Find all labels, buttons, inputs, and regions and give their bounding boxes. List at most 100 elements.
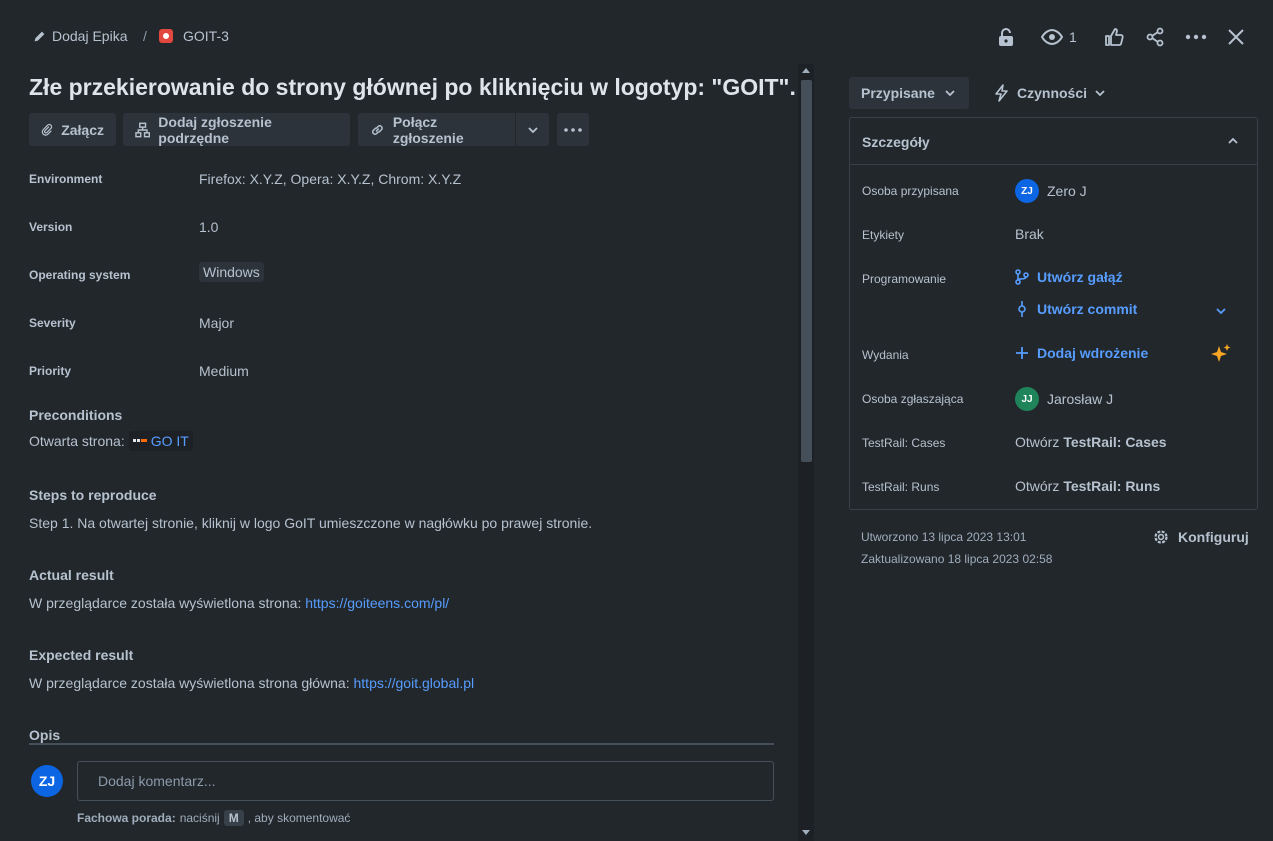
reporter-avatar: JJ — [1015, 387, 1039, 411]
labels-label: Etykiety — [862, 228, 905, 242]
assignee-label: Osoba przypisana — [862, 184, 959, 198]
goit-favicon-icon — [132, 437, 147, 445]
create-branch-label: Utwórz gałąź — [1037, 269, 1123, 285]
field-label-severity: Severity — [29, 316, 76, 330]
tip-key: M — [223, 810, 244, 826]
testrail-cases-link[interactable]: Otwórz TestRail: Cases — [1015, 434, 1167, 450]
link-icon — [372, 124, 383, 135]
paperclip-icon — [41, 123, 53, 136]
reporter-value[interactable]: JJ Jarosław J — [1015, 387, 1113, 411]
goit-smart-link[interactable]: GO IT — [128, 431, 193, 451]
expected-result-label: W przeglądarce została wyświetlona stron… — [29, 675, 350, 691]
add-deployment-label: Dodaj wdrożenie — [1037, 345, 1149, 361]
configure-button[interactable]: Konfiguruj — [1152, 528, 1249, 546]
add-deployment-link[interactable]: Dodaj wdrożenie — [1015, 345, 1148, 361]
preconditions-label: Otwarta strona: — [29, 433, 125, 449]
preconditions-text: Otwarta strona: GO IT — [29, 431, 193, 451]
tip-pre: naciśnij — [179, 811, 220, 825]
status-label: Przypisane — [861, 85, 935, 101]
testrail-cases-label: TestRail: Cases — [862, 436, 946, 450]
field-value-operating-system[interactable]: Windows — [199, 262, 264, 282]
issue-side-panel: Przypisane Czynności Szczegóły Osoba prz… — [849, 0, 1258, 841]
field-label-environment: Environment — [29, 172, 103, 186]
scroll-up-arrow-icon[interactable] — [802, 68, 810, 73]
actions-label: Czynności — [1017, 85, 1088, 101]
testrail-runs-label: TestRail: Runs — [862, 480, 940, 494]
configure-label: Konfiguruj — [1178, 529, 1249, 545]
expected-result-link[interactable]: https://goit.global.pl — [354, 675, 475, 691]
add-child-issue-button[interactable]: Dodaj zgłoszenie podrzędne — [123, 113, 350, 146]
chevron-down-icon[interactable] — [1216, 308, 1226, 314]
link-issue-label: Połącz zgłoszenie — [392, 113, 464, 146]
tip-post: , aby skomentować — [247, 811, 351, 825]
attach-button[interactable]: Załącz — [29, 113, 116, 146]
create-commit-link[interactable]: Utwórz commit — [1015, 301, 1137, 317]
plus-icon — [1016, 347, 1028, 359]
toolbar-more-button[interactable] — [557, 113, 589, 146]
commit-icon — [1018, 301, 1026, 317]
testrail-runs-value: TestRail: Runs — [1063, 478, 1161, 494]
field-value-severity[interactable]: Major — [199, 315, 234, 331]
chevron-down-icon — [945, 90, 955, 96]
field-label-version: Version — [29, 220, 73, 234]
field-label-operating-system: Operating system — [29, 268, 131, 282]
field-label-priority: Priority — [29, 364, 72, 378]
labels-value[interactable]: Brak — [1015, 226, 1044, 242]
status-button[interactable]: Przypisane — [849, 77, 969, 109]
chevron-down-icon — [1095, 90, 1105, 96]
details-header[interactable]: Szczegóły — [850, 118, 1257, 165]
field-value-version[interactable]: 1.0 — [199, 219, 218, 235]
tip-label: Fachowa porada: — [77, 811, 176, 825]
reporter-initials: JJ — [1021, 393, 1033, 405]
comment-input[interactable] — [77, 761, 774, 801]
description-divider — [29, 743, 774, 745]
releases-label: Wydania — [862, 348, 909, 362]
issue-main-panel: Złe przekierowanie do strony głównej po … — [0, 64, 798, 841]
expected-result-text: W przeglądarce została wyświetlona stron… — [29, 675, 474, 691]
attach-label: Załącz — [61, 121, 104, 138]
reporter-label: Osoba zgłaszająca — [862, 392, 964, 406]
expected-result-heading: Expected result — [29, 647, 134, 663]
main-scrollbar[interactable] — [798, 64, 814, 841]
scroll-thumb[interactable] — [801, 80, 812, 462]
create-branch-link[interactable]: Utwórz gałąź — [1015, 269, 1123, 285]
scroll-down-arrow-icon[interactable] — [802, 830, 810, 835]
lightning-icon — [995, 84, 1008, 102]
os-chip: Windows — [199, 262, 264, 282]
issue-title[interactable]: Złe przekierowanie do strony głównej po … — [29, 74, 796, 101]
testrail-runs-link[interactable]: Otwórz TestRail: Runs — [1015, 478, 1160, 494]
actual-result-link[interactable]: https://goiteens.com/pl/ — [305, 595, 449, 611]
reporter-name: Jarosław J — [1047, 391, 1114, 407]
assignee-avatar: ZJ — [1015, 179, 1039, 203]
branch-icon — [1015, 269, 1029, 285]
testrail-cases-value: TestRail: Cases — [1063, 434, 1167, 450]
link-issue-button[interactable]: Połącz zgłoszenie — [358, 113, 515, 146]
created-date: Utworzono 13 lipca 2023 13:01 — [861, 530, 1027, 544]
add-child-issue-label: Dodaj zgłoszenie podrzędne — [158, 113, 272, 146]
details-title: Szczegóły — [862, 134, 930, 150]
sparkle-icon[interactable] — [1210, 343, 1232, 365]
ellipsis-icon — [564, 127, 582, 132]
testrail-cases-prefix: Otwórz — [1015, 434, 1060, 450]
description-heading: Opis — [29, 727, 61, 743]
chevron-down-icon — [527, 126, 538, 133]
development-label: Programowanie — [862, 272, 947, 286]
field-value-priority[interactable]: Medium — [199, 363, 249, 379]
steps-heading: Steps to reproduce — [29, 487, 157, 503]
field-value-environment[interactable]: Firefox: X.Y.Z, Opera: X.Y.Z, Chrom: X.Y… — [199, 171, 461, 187]
comment-tip: Fachowa porada: naciśnij M , aby skoment… — [77, 810, 350, 826]
preconditions-heading: Preconditions — [29, 407, 123, 423]
updated-date: Zaktualizowano 18 lipca 2023 02:58 — [861, 552, 1053, 566]
link-issue-dropdown-button[interactable] — [516, 113, 549, 146]
assignee-value[interactable]: ZJ Zero J — [1015, 179, 1087, 203]
testrail-runs-prefix: Otwórz — [1015, 478, 1060, 494]
assignee-name: Zero J — [1047, 183, 1087, 199]
avatar[interactable]: ZJ — [31, 765, 63, 797]
assignee-initials: ZJ — [1021, 185, 1033, 197]
hierarchy-icon — [135, 122, 151, 137]
chevron-up-icon[interactable] — [1228, 138, 1238, 144]
avatar-initials: ZJ — [38, 773, 56, 789]
gear-icon — [1154, 530, 1168, 544]
actual-result-heading: Actual result — [29, 567, 114, 583]
actions-button[interactable]: Czynności — [989, 77, 1105, 109]
